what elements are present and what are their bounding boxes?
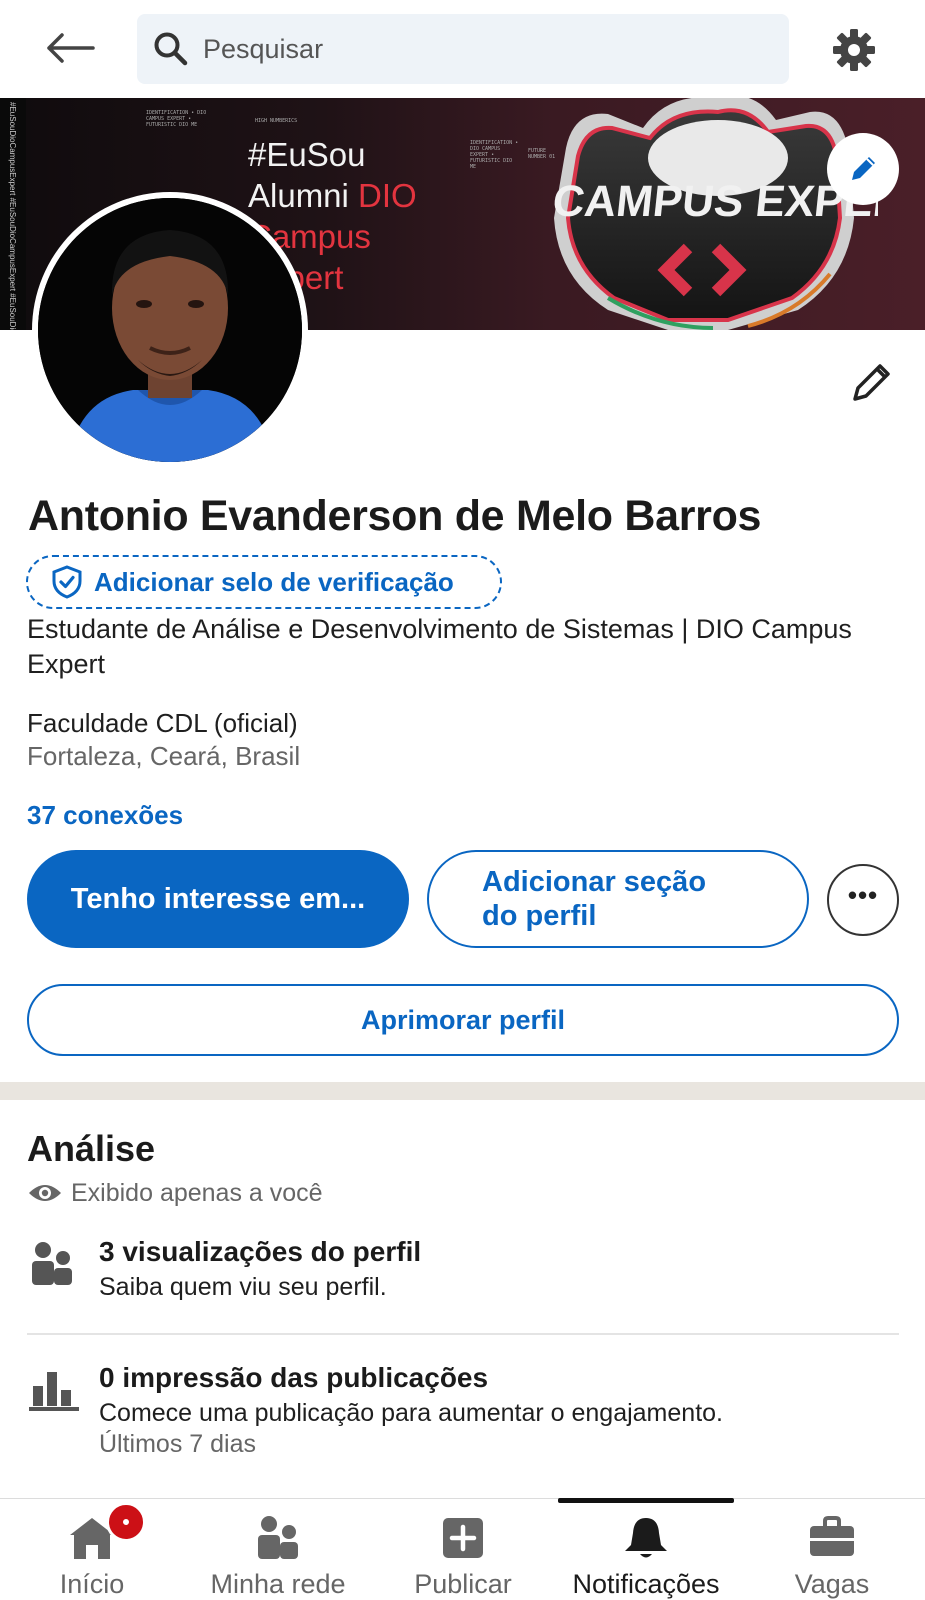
top-bar: Pesquisar bbox=[0, 0, 925, 98]
banner-side-strip: #EuSouDioCampusExpert #EuSouDioCampusExp… bbox=[0, 98, 26, 330]
stat-divider bbox=[27, 1333, 899, 1335]
nav-item-network[interactable]: Minha rede bbox=[203, 1504, 353, 1600]
add-verification-button[interactable]: Adicionar selo de verificação bbox=[26, 555, 502, 609]
pencil-icon bbox=[853, 364, 890, 401]
dio-campus-expert-logo: DIO CAMPUS EXPERT bbox=[548, 98, 878, 330]
banner-microtext: IDENTIFICATION • DIO CAMPUS EXPERT • FUT… bbox=[146, 110, 207, 128]
back-button[interactable] bbox=[40, 22, 100, 74]
eye-icon bbox=[27, 1181, 63, 1205]
analysis-title: Análise bbox=[27, 1128, 156, 1169]
pencil-icon bbox=[852, 157, 875, 180]
logo-text: DIO CAMPUS EXPERT bbox=[548, 177, 878, 226]
profile-avatar[interactable] bbox=[32, 192, 308, 468]
notification-badge bbox=[106, 1502, 146, 1542]
post-icon bbox=[443, 1517, 483, 1558]
search-icon bbox=[151, 29, 191, 69]
add-profile-section-label: Adicionar seção do perfil bbox=[482, 866, 707, 932]
edit-banner-button[interactable] bbox=[827, 133, 899, 205]
search-input[interactable]: Pesquisar bbox=[137, 14, 789, 84]
visibility-note: Exibido apenas a você bbox=[27, 1177, 323, 1209]
add-profile-section-button[interactable]: Adicionar seção do perfil bbox=[427, 850, 809, 948]
enhance-profile-button[interactable]: Aprimorar perfil bbox=[27, 984, 899, 1056]
arrow-left-icon bbox=[47, 33, 95, 63]
nav-item-jobs[interactable]: Vagas bbox=[782, 1504, 882, 1600]
settings-button[interactable] bbox=[826, 22, 882, 78]
more-icon: ••• bbox=[847, 880, 879, 910]
nav-item-home[interactable]: Início bbox=[42, 1502, 146, 1600]
profile-location: Fortaleza, Ceará, Brasil bbox=[27, 741, 301, 771]
people-icon bbox=[29, 1240, 75, 1290]
nav-item-post[interactable]: Publicar bbox=[403, 1504, 523, 1600]
profile-organization[interactable]: Faculdade CDL (oficial) bbox=[27, 708, 298, 739]
gear-icon bbox=[833, 29, 875, 71]
open-to-button[interactable]: Tenho interesse em... bbox=[27, 850, 409, 948]
profile-headline: Estudante de Análise e Desenvolvimento d… bbox=[27, 614, 852, 679]
more-options-button[interactable]: ••• bbox=[827, 864, 899, 936]
active-tab-indicator bbox=[558, 1498, 734, 1503]
briefcase-icon bbox=[810, 1515, 854, 1556]
edit-profile-button[interactable] bbox=[846, 356, 898, 408]
shield-check-icon bbox=[50, 565, 84, 599]
verification-label: Adicionar selo de verificação bbox=[94, 566, 454, 597]
network-icon bbox=[258, 1515, 298, 1559]
post-impressions-stat[interactable]: 0 impressão das publicações Comece uma p… bbox=[27, 1362, 899, 1472]
banner-microtext: IDENTIFICATION • DIO CAMPUS EXPERT • FUT… bbox=[470, 140, 519, 170]
bell-icon bbox=[625, 1517, 667, 1557]
connections-link[interactable]: 37 conexões bbox=[27, 800, 183, 831]
profile-views-stat[interactable]: 3 visualizações do perfil Saiba quem viu… bbox=[27, 1236, 899, 1316]
banner-microtext: HIGH NUMBERICS bbox=[255, 118, 298, 124]
search-placeholder: Pesquisar bbox=[203, 33, 324, 64]
bar-chart-icon bbox=[29, 1366, 79, 1416]
profile-name: Antonio Evanderson de Melo Barros bbox=[28, 492, 762, 540]
nav-item-notifications[interactable]: Notificações bbox=[560, 1504, 732, 1600]
section-divider bbox=[0, 1082, 925, 1100]
profile-photo bbox=[38, 198, 302, 462]
